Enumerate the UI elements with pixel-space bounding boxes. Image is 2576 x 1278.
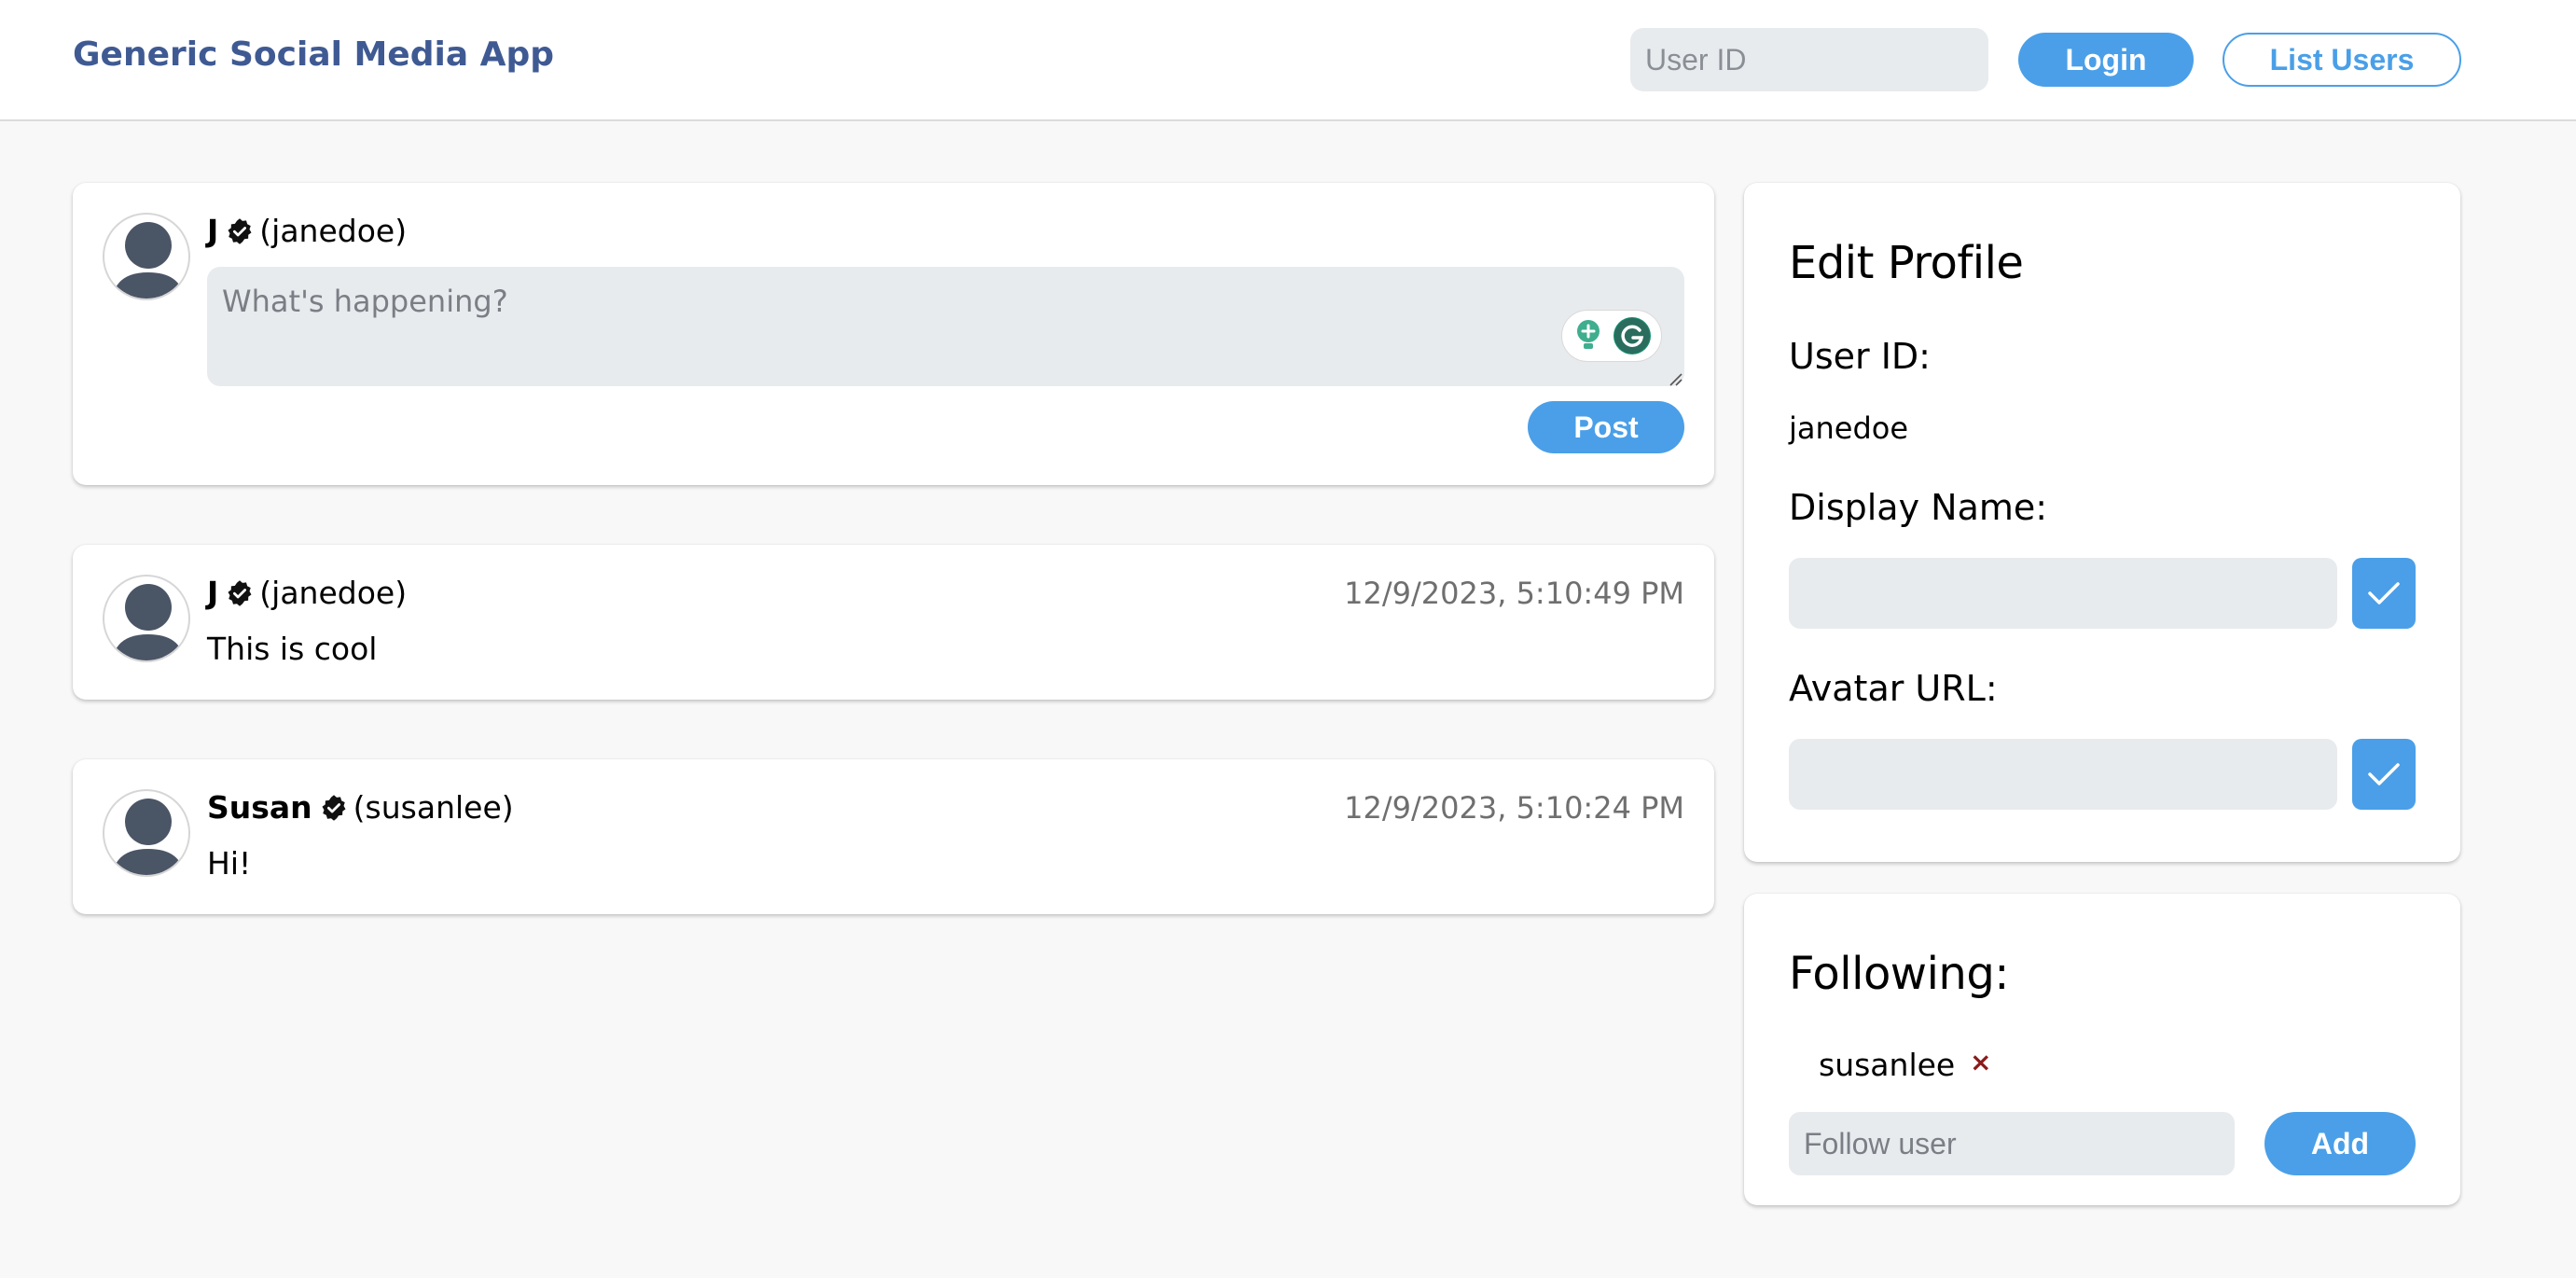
display-name: J xyxy=(207,213,219,249)
post-card xyxy=(73,545,1714,700)
avatar-url-label: Avatar URL: xyxy=(1789,668,1998,709)
checkmark-icon xyxy=(2368,582,2400,604)
save-avatar-url-button[interactable] xyxy=(2352,739,2416,810)
user-id-input[interactable] xyxy=(1630,28,1988,91)
verified-badge-icon xyxy=(226,579,254,607)
remove-follow-icon[interactable]: × xyxy=(1970,1047,1991,1077)
default-avatar-icon xyxy=(112,799,185,875)
user-id-label: User ID: xyxy=(1789,336,1931,377)
resize-grip-icon[interactable] xyxy=(1666,369,1683,386)
follow-user-input[interactable] xyxy=(1789,1112,2235,1175)
lightbulb-icon[interactable] xyxy=(1572,317,1605,354)
display-name-label: Display Name: xyxy=(1789,487,2048,528)
grammarly-widget[interactable] xyxy=(1561,310,1662,362)
list-users-button[interactable]: List Users xyxy=(2223,33,2461,87)
avatar-url-input[interactable] xyxy=(1789,739,2337,810)
display-name-input[interactable] xyxy=(1789,558,2337,629)
post-author: J (janedoe) xyxy=(207,575,407,611)
post-timestamp: 12/9/2023, 5:10:49 PM xyxy=(1344,576,1684,611)
post-text: Hi! xyxy=(207,845,252,882)
post-timestamp: 12/9/2023, 5:10:24 PM xyxy=(1344,790,1684,826)
top-navbar: Generic Social Media App Login List User… xyxy=(0,0,2576,121)
post-card xyxy=(73,759,1714,914)
followed-user: susanlee xyxy=(1819,1047,1956,1083)
add-follow-button[interactable]: Add xyxy=(2264,1112,2416,1175)
user-handle: (susanlee) xyxy=(353,789,514,826)
verified-badge-icon xyxy=(320,794,348,822)
login-button[interactable]: Login xyxy=(2018,33,2194,87)
save-display-name-button[interactable] xyxy=(2352,558,2416,629)
avatar xyxy=(103,213,190,300)
user-handle: (janedoe) xyxy=(259,213,408,249)
avatar xyxy=(103,575,190,662)
user-id-value: janedoe xyxy=(1789,410,1909,446)
grammarly-icon[interactable] xyxy=(1613,316,1652,355)
compose-textarea[interactable] xyxy=(207,267,1684,386)
post-author: Susan (susanlee) xyxy=(207,789,514,826)
verified-badge-icon xyxy=(226,217,254,245)
avatar xyxy=(103,789,190,877)
edit-profile-title: Edit Profile xyxy=(1789,237,2024,289)
following-title: Following: xyxy=(1789,948,2009,1000)
display-name: Susan xyxy=(207,789,312,826)
checkmark-icon xyxy=(2368,763,2400,785)
post-text: This is cool xyxy=(207,631,378,667)
composer-author: J (janedoe) xyxy=(207,213,407,249)
default-avatar-icon xyxy=(112,584,185,660)
default-avatar-icon xyxy=(112,222,185,299)
display-name: J xyxy=(207,575,219,611)
user-handle: (janedoe) xyxy=(259,575,408,611)
app-title[interactable]: Generic Social Media App xyxy=(73,35,554,74)
post-button[interactable]: Post xyxy=(1528,401,1684,453)
